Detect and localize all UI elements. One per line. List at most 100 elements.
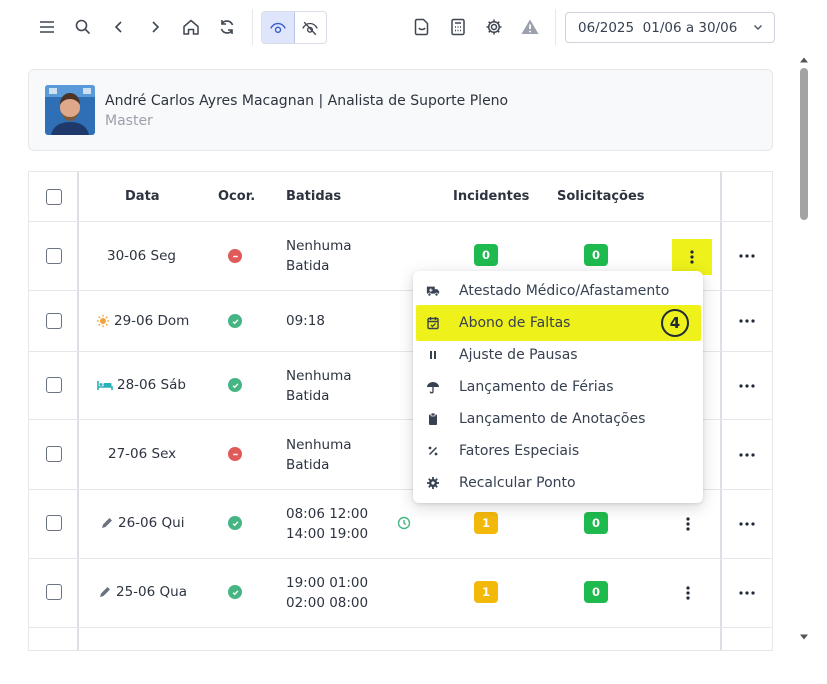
row-punches: 08:06 12:00 14:00 19:00 — [286, 504, 368, 544]
row-more-button[interactable] — [737, 588, 757, 598]
toolbar-divider — [252, 9, 253, 45]
status-ok-icon — [228, 314, 242, 328]
avatar — [45, 85, 95, 135]
scroll-down-arrow[interactable] — [800, 633, 808, 641]
row-checkbox[interactable] — [46, 515, 62, 531]
date-label: 27-06 Sex — [108, 446, 177, 462]
column-divider — [77, 172, 79, 650]
row-date: 27-06 Sex — [108, 446, 176, 462]
kebab-icon — [690, 250, 694, 264]
warning-icon[interactable] — [516, 13, 544, 41]
punch-line: Nenhuma — [286, 368, 352, 384]
scroll-up-arrow[interactable] — [800, 56, 808, 64]
menu-item-label: Recalcular Ponto — [459, 475, 576, 491]
row-more-button[interactable] — [737, 519, 757, 529]
period-select[interactable]: 06/2025 01/06 a 30/06 — [565, 12, 775, 43]
menu-item-break-adjustment[interactable]: Ajuste de Pausas — [413, 340, 703, 370]
status-error-icon — [228, 447, 242, 461]
toolbar: 06/2025 01/06 a 30/06 — [0, 0, 800, 56]
punch-line: 08:06 12:00 — [286, 506, 369, 522]
umbrella-icon — [425, 379, 441, 395]
date-label: 25-06 Qua — [116, 584, 187, 600]
row-more-button[interactable] — [737, 450, 757, 460]
row-date: 29-06 Dom — [96, 313, 189, 329]
menu-item-label: Atestado Médico/Afastamento — [459, 283, 670, 299]
scrollbar[interactable] — [797, 52, 811, 646]
punch-line: 14:00 19:00 — [286, 526, 369, 542]
punch-line: Batida — [286, 258, 330, 274]
menu-item-notes[interactable]: Lançamento de Anotações — [413, 404, 703, 434]
row-punches: Nenhuma Batida — [286, 236, 352, 276]
row-checkbox[interactable] — [46, 584, 62, 600]
incidents-badge[interactable]: 1 — [474, 512, 498, 534]
date-label: 28-06 Sáb — [117, 377, 186, 393]
gear-icon[interactable] — [480, 13, 508, 41]
row-punches: Nenhuma Batida — [286, 366, 352, 406]
ellipsis-icon — [739, 384, 755, 388]
select-all-checkbox[interactable] — [46, 189, 62, 205]
row-date: 30-06 Seg — [107, 248, 176, 264]
menu-item-label: Fatores Especiais — [459, 443, 580, 459]
row-actions-button[interactable] — [680, 583, 696, 603]
clock-icon[interactable] — [397, 516, 411, 530]
row-date: 26-06 Qui — [100, 515, 184, 531]
row-actions-button[interactable] — [672, 239, 712, 275]
ellipsis-icon — [739, 319, 755, 323]
row-actions-menu: Atestado Médico/Afastamento Abono de Fal… — [413, 271, 703, 503]
row-checkbox[interactable] — [46, 313, 62, 329]
kebab-icon — [686, 586, 690, 600]
header-punches[interactable]: Batidas — [286, 189, 341, 204]
calculator-icon[interactable] — [444, 13, 472, 41]
punch-line: Batida — [286, 457, 330, 473]
home-icon[interactable] — [177, 13, 205, 41]
chevron-right-icon[interactable] — [141, 13, 169, 41]
menu-item-special-factors[interactable]: Fatores Especiais — [413, 436, 703, 466]
refresh-icon[interactable] — [213, 13, 241, 41]
search-icon[interactable] — [69, 13, 97, 41]
step-number-badge: 4 — [661, 309, 689, 337]
bed-icon — [97, 381, 113, 390]
truck-medical-icon — [425, 283, 441, 299]
incidents-badge[interactable]: 0 — [474, 244, 498, 266]
ellipsis-icon — [739, 522, 755, 526]
menu-item-absence-allowance[interactable]: Abono de Faltas 4 — [416, 305, 701, 341]
row-checkbox[interactable] — [46, 248, 62, 264]
pencil-icon — [102, 518, 112, 528]
row-more-button[interactable] — [737, 251, 757, 261]
eye-off-icon[interactable] — [295, 12, 327, 43]
requests-badge[interactable]: 0 — [584, 581, 608, 603]
date-label: 29-06 Dom — [114, 313, 190, 329]
header-occurrence[interactable]: Ocor. — [218, 189, 255, 204]
ellipsis-icon — [739, 254, 755, 258]
row-punches: 09:18 — [286, 311, 325, 331]
gear-icon — [425, 475, 441, 491]
chevron-left-icon[interactable] — [105, 13, 133, 41]
employee-name: André Carlos Ayres Macagnan | Analista d… — [105, 93, 509, 109]
row-divider — [29, 627, 772, 628]
requests-badge[interactable]: 0 — [584, 512, 608, 534]
menu-item-recalculate[interactable]: Recalcular Ponto — [413, 468, 703, 498]
row-more-button[interactable] — [737, 381, 757, 391]
document-icon[interactable] — [408, 13, 436, 41]
period-value: 06/2025 01/06 a 30/06 — [578, 19, 738, 36]
menu-item-label: Ajuste de Pausas — [459, 347, 578, 363]
requests-badge[interactable]: 0 — [584, 244, 608, 266]
header-requests[interactable]: Solicitações — [557, 189, 645, 204]
eye-icon[interactable] — [262, 12, 295, 43]
status-ok-icon — [228, 585, 242, 599]
row-checkbox[interactable] — [46, 446, 62, 462]
kebab-icon — [686, 517, 690, 531]
row-punches: Nenhuma Batida — [286, 435, 352, 475]
scrollbar-thumb[interactable] — [800, 68, 808, 220]
menu-item-label: Abono de Faltas — [459, 315, 571, 331]
incidents-badge[interactable]: 1 — [474, 581, 498, 603]
menu-item-medical-leave[interactable]: Atestado Médico/Afastamento — [413, 276, 703, 306]
header-date[interactable]: Data — [125, 189, 160, 204]
status-ok-icon — [228, 378, 242, 392]
menu-item-vacation[interactable]: Lançamento de Férias — [413, 372, 703, 402]
row-more-button[interactable] — [737, 316, 757, 326]
row-checkbox[interactable] — [46, 377, 62, 393]
header-incidents[interactable]: Incidentes — [453, 189, 529, 204]
row-actions-button[interactable] — [680, 514, 696, 534]
menu-icon[interactable] — [33, 13, 61, 41]
